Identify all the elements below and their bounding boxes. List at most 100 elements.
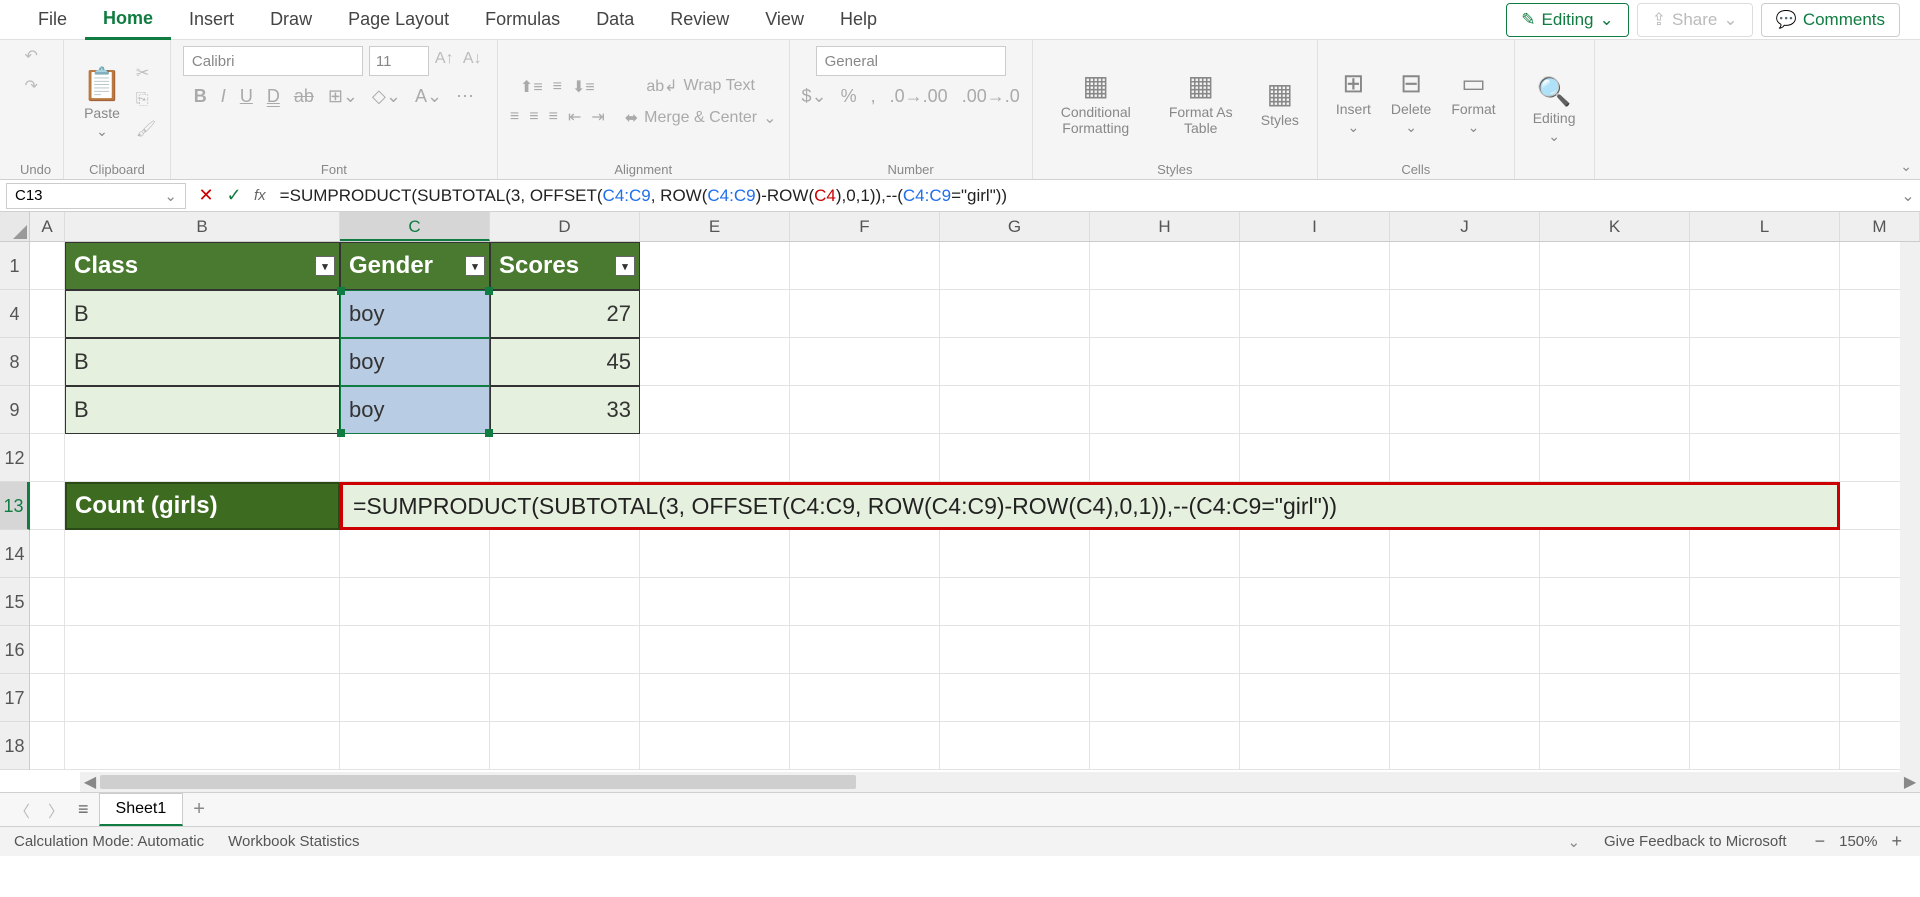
cell[interactable] [65, 674, 340, 722]
indent-increase-icon[interactable]: ⇥ [591, 107, 604, 127]
cell[interactable] [790, 530, 940, 578]
zoom-level[interactable]: 150% [1839, 833, 1877, 850]
cell[interactable] [1240, 530, 1390, 578]
row-header-1[interactable]: 1 [0, 242, 30, 290]
cell[interactable] [1390, 626, 1540, 674]
row-header-16[interactable]: 16 [0, 626, 30, 674]
expand-formula-bar-icon[interactable]: ⌄ [1896, 186, 1920, 206]
cell[interactable] [1390, 722, 1540, 770]
cells-area[interactable]: Class▾Gender▾Scores▾Bboy27Bboy45Bboy33Co… [30, 242, 1920, 770]
increase-decimal-button[interactable]: .0→.00 [890, 86, 948, 107]
column-header-K[interactable]: K [1540, 212, 1690, 241]
cell[interactable] [65, 722, 340, 770]
cell[interactable] [1690, 626, 1840, 674]
cell[interactable] [1390, 386, 1540, 434]
cell[interactable] [1540, 722, 1690, 770]
cell[interactable] [1690, 434, 1840, 482]
cell[interactable] [940, 674, 1090, 722]
cell[interactable] [940, 338, 1090, 386]
cell[interactable] [1090, 674, 1240, 722]
cell[interactable] [640, 290, 790, 338]
cell[interactable] [1240, 338, 1390, 386]
menu-draw[interactable]: Draw [252, 1, 330, 38]
cell-A1[interactable] [30, 242, 65, 290]
cell[interactable] [30, 722, 65, 770]
format-cells-button[interactable]: ▭ Format ⌄ [1445, 64, 1501, 140]
filter-icon[interactable]: ▾ [615, 256, 635, 276]
strikethrough-button[interactable]: ab [294, 86, 314, 107]
column-header-G[interactable]: G [940, 212, 1090, 241]
cell[interactable] [1240, 434, 1390, 482]
cell[interactable] [1240, 290, 1390, 338]
menu-review[interactable]: Review [652, 1, 747, 38]
paste-button[interactable]: 📋 Paste ⌄ [76, 61, 128, 144]
cell[interactable] [1090, 530, 1240, 578]
cell[interactable] [1540, 578, 1690, 626]
sheet-nav-prev[interactable]: 〈 [10, 798, 34, 822]
font-size-input[interactable] [369, 46, 429, 76]
formula-cell-c13[interactable]: =SUMPRODUCT(SUBTOTAL(3, OFFSET(C4:C9, RO… [340, 482, 1840, 530]
more-font-icon[interactable]: ⋯ [456, 86, 474, 107]
cell[interactable] [1690, 242, 1840, 290]
cell[interactable] [30, 290, 65, 338]
cell[interactable] [30, 674, 65, 722]
cell[interactable] [940, 434, 1090, 482]
comma-button[interactable]: , [871, 86, 876, 107]
cell[interactable] [490, 722, 640, 770]
cell[interactable] [1240, 578, 1390, 626]
cell[interactable] [1090, 242, 1240, 290]
cell[interactable] [940, 386, 1090, 434]
cell[interactable] [490, 674, 640, 722]
insert-cells-button[interactable]: ⊞ Insert ⌄ [1330, 64, 1377, 140]
row-header-17[interactable]: 17 [0, 674, 30, 722]
cell[interactable] [490, 578, 640, 626]
menu-help[interactable]: Help [822, 1, 895, 38]
menu-home[interactable]: Home [85, 0, 171, 40]
redo-icon[interactable]: ↷ [25, 76, 47, 98]
cell[interactable] [790, 626, 940, 674]
cell[interactable] [1090, 290, 1240, 338]
cell[interactable] [940, 722, 1090, 770]
underline-button[interactable]: U [240, 86, 253, 107]
table-cell-class[interactable]: B [65, 386, 340, 434]
cell[interactable] [30, 530, 65, 578]
decrease-decimal-button[interactable]: .00→.0 [962, 86, 1020, 107]
table-cell-score[interactable]: 45 [490, 338, 640, 386]
column-header-J[interactable]: J [1390, 212, 1540, 241]
merge-center-button[interactable]: ⬌ Merge & Center ⌄ [625, 108, 777, 128]
cell[interactable] [940, 626, 1090, 674]
conditional-formatting-button[interactable]: ▦ Conditional Formatting [1045, 65, 1147, 140]
scroll-thumb[interactable] [100, 775, 856, 789]
column-header-D[interactable]: D [490, 212, 640, 241]
column-header-A[interactable]: A [30, 212, 65, 241]
indent-decrease-icon[interactable]: ⇤ [568, 107, 581, 127]
table-cell-score[interactable]: 27 [490, 290, 640, 338]
cell[interactable] [790, 242, 940, 290]
collapse-ribbon-icon[interactable]: ⌄ [1900, 158, 1912, 175]
table-cell-class[interactable]: B [65, 338, 340, 386]
column-header-C[interactable]: C [340, 212, 490, 241]
cell[interactable] [790, 386, 940, 434]
name-box[interactable]: C13 ⌄ [6, 183, 186, 209]
cell[interactable] [1690, 338, 1840, 386]
fill-color-button[interactable]: ◇⌄ [372, 86, 401, 107]
bold-button[interactable]: B [194, 86, 207, 107]
cell[interactable] [1090, 578, 1240, 626]
menu-page-layout[interactable]: Page Layout [330, 1, 467, 38]
comments-button[interactable]: 💬 Comments [1761, 3, 1900, 37]
cell[interactable] [1540, 674, 1690, 722]
double-underline-button[interactable]: D [267, 86, 280, 107]
cell[interactable] [30, 626, 65, 674]
cell[interactable] [640, 722, 790, 770]
cell[interactable] [1240, 386, 1390, 434]
format-painter-icon[interactable]: 🖌 [136, 119, 158, 141]
cell[interactable] [65, 626, 340, 674]
row-header-4[interactable]: 4 [0, 290, 30, 338]
table-header-class[interactable]: Class▾ [65, 242, 340, 290]
share-button[interactable]: ⇪ Share ⌄ [1637, 3, 1753, 37]
row-header-15[interactable]: 15 [0, 578, 30, 626]
cell[interactable] [30, 386, 65, 434]
count-girls-label[interactable]: Count (girls) [65, 482, 340, 530]
confirm-formula-button[interactable]: ✓ [220, 185, 248, 206]
decrease-font-icon[interactable]: A↓ [463, 50, 485, 72]
